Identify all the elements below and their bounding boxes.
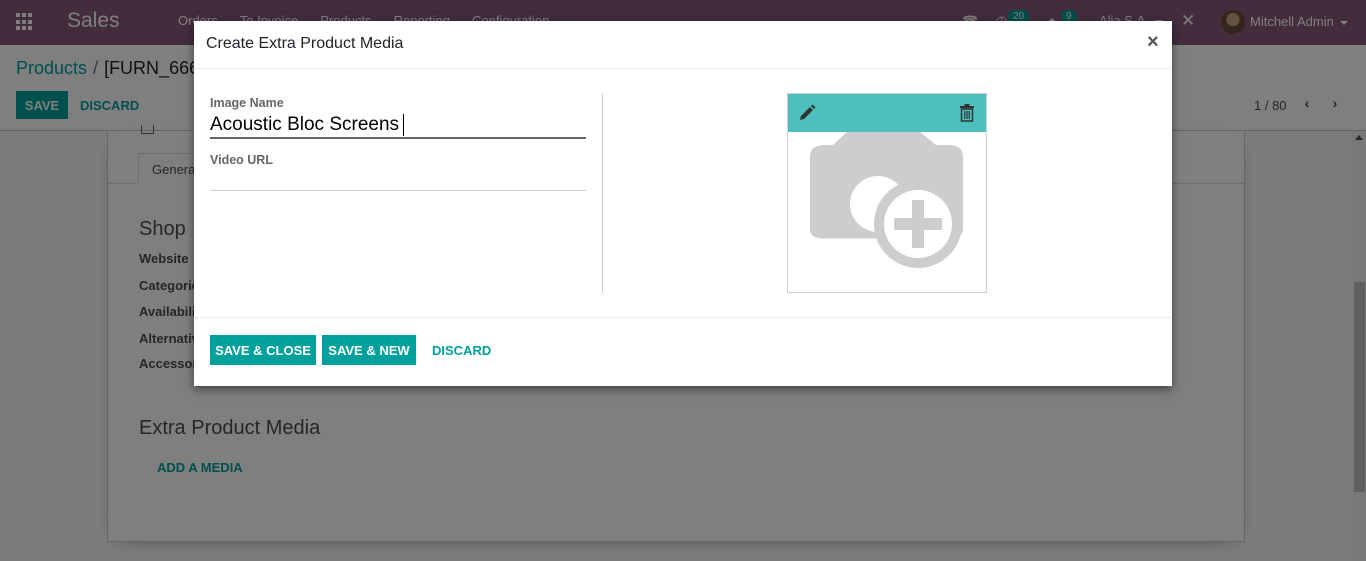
column-divider [602, 93, 603, 293]
video-url-input[interactable] [210, 169, 586, 191]
pencil-icon[interactable] [798, 104, 816, 122]
modal-title: Create Extra Product Media [206, 35, 404, 52]
image-name-input[interactable] [210, 113, 586, 139]
modal-header: Create Extra Product Media × [194, 21, 1172, 69]
save-new-button[interactable]: SAVE & NEW [322, 335, 416, 365]
text-cursor [403, 114, 404, 136]
create-media-dialog: Create Extra Product Media × Image Name … [194, 21, 1172, 386]
image-toolbar [788, 94, 986, 132]
close-icon[interactable]: × [1147, 31, 1159, 53]
camera-placeholder-icon [810, 126, 963, 268]
modal-footer: SAVE & CLOSE SAVE & NEW DISCARD [194, 317, 1172, 386]
save-close-button[interactable]: SAVE & CLOSE [210, 335, 316, 365]
video-url-label: Video URL [210, 153, 273, 167]
image-name-label: Image Name [210, 96, 284, 110]
modal-discard-button[interactable]: DISCARD [432, 335, 491, 365]
image-upload-widget[interactable] [787, 93, 987, 293]
trash-icon[interactable] [959, 104, 975, 122]
modal-body: Image Name Video URL [194, 69, 1172, 318]
